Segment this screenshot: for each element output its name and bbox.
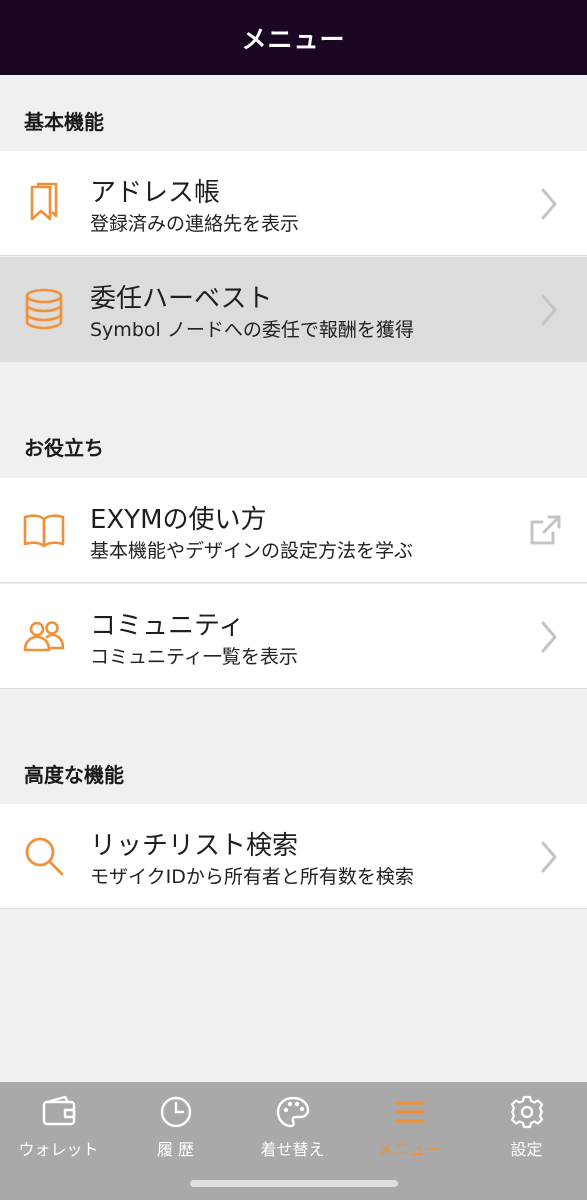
home-indicator — [190, 1180, 398, 1187]
tab-theme[interactable]: 着せ替え — [234, 1082, 351, 1164]
menu-item-how-to-use[interactable]: EXYMの使い方 基本機能やデザインの設定方法を学ぶ — [0, 478, 587, 583]
book-open-icon — [22, 508, 66, 552]
search-icon — [22, 834, 66, 878]
page-title: メニュー — [241, 24, 346, 54]
tab-menu[interactable]: メニュー — [351, 1082, 468, 1164]
clock-icon — [158, 1094, 194, 1130]
users-icon — [22, 614, 66, 658]
menu-item-rich-list-search[interactable]: リッチリスト検索 モザイクIDから所有者と所有数を検索 — [0, 804, 587, 909]
tab-settings[interactable]: 設定 — [468, 1082, 585, 1164]
gear-icon — [509, 1094, 545, 1130]
chevron-right-icon — [539, 187, 559, 221]
item-subtitle: Symbol ノードへの委任で報酬を獲得 — [90, 319, 414, 341]
tab-label: 着せ替え — [260, 1140, 325, 1159]
chevron-right-icon — [539, 293, 559, 327]
item-subtitle: 基本機能やデザインの設定方法を学ぶ — [90, 540, 414, 562]
item-title: EXYMの使い方 — [90, 505, 267, 535]
item-subtitle: 登録済みの連絡先を表示 — [90, 213, 300, 235]
external-link-icon — [527, 512, 563, 548]
section-title-basic: 基本機能 — [24, 110, 104, 134]
section-title-advanced: 高度な機能 — [24, 763, 124, 787]
menu-item-delegated-harvest[interactable]: 委任ハーベスト Symbol ノードへの委任で報酬を獲得 — [0, 257, 587, 362]
item-subtitle: モザイクIDから所有者と所有数を検索 — [90, 866, 414, 888]
item-title: リッチリスト検索 — [90, 831, 299, 861]
tab-history[interactable]: 履 歴 — [117, 1082, 234, 1164]
item-subtitle: コミュニティ一覧を表示 — [90, 646, 298, 668]
database-icon — [22, 287, 66, 331]
palette-icon — [275, 1094, 311, 1130]
section-title-useful: お役立ち — [24, 436, 104, 460]
bookmark-icon — [22, 181, 66, 225]
menu-item-address-book[interactable]: アドレス帳 登録済みの連絡先を表示 — [0, 151, 587, 256]
tab-wallet[interactable]: ウォレット — [0, 1082, 117, 1164]
chevron-right-icon — [539, 840, 559, 874]
menu-icon — [392, 1094, 428, 1130]
menu-item-community[interactable]: コミュニティ コミュニティ一覧を表示 — [0, 584, 587, 689]
item-title: アドレス帳 — [90, 178, 221, 208]
item-title: 委任ハーベスト — [90, 284, 273, 314]
chevron-right-icon — [539, 620, 559, 654]
tab-label: 設定 — [510, 1140, 543, 1159]
item-title: コミュニティ — [90, 611, 245, 641]
tab-label: 履 歴 — [156, 1140, 195, 1159]
wallet-icon — [41, 1094, 77, 1130]
tab-label: ウォレット — [18, 1140, 99, 1159]
tab-label: メニュー — [377, 1140, 442, 1159]
app-header: メニュー — [0, 0, 587, 75]
